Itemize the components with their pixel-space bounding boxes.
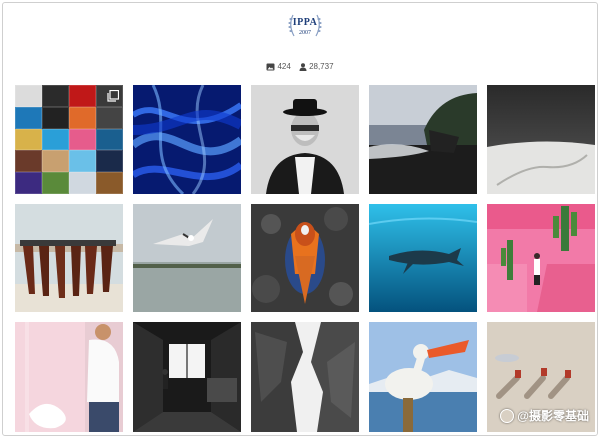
logo-year: 2007: [299, 30, 311, 36]
photo-seagull-lake[interactable]: [133, 204, 241, 312]
ippa-logo[interactable]: IPPA 2007: [285, 9, 325, 43]
followers-count: 28,737: [309, 62, 334, 71]
watermark: @摄影零基础: [500, 407, 589, 424]
photo-man-hat-portrait[interactable]: [251, 85, 359, 194]
photo-whale-underwater[interactable]: [369, 204, 477, 312]
logo-text: IPPA: [292, 17, 318, 28]
photos-stat[interactable]: 424: [266, 62, 291, 71]
photo-legs-on-wall[interactable]: [15, 204, 123, 312]
photo-snow-desert[interactable]: [487, 85, 595, 194]
followers-stat[interactable]: 28,737: [299, 62, 334, 71]
photo-pelican[interactable]: [369, 322, 477, 432]
multiple-images-icon: [107, 90, 119, 102]
user-icon: [299, 62, 307, 71]
watermark-logo-icon: [500, 408, 515, 423]
photo-blue-fabric[interactable]: [133, 85, 241, 194]
image-icon: [266, 63, 275, 70]
photo-coastal-rocks[interactable]: [369, 85, 477, 194]
photos-count: 424: [277, 62, 291, 71]
photo-collage[interactable]: [15, 85, 123, 194]
profile-page: IPPA 2007 424 28,737 @摄影零基础: [2, 2, 598, 436]
profile-stats: 424 28,737: [3, 62, 597, 73]
photo-pink-building[interactable]: [487, 204, 595, 312]
photo-canyon-rocks[interactable]: [251, 322, 359, 432]
photo-pink-interior[interactable]: [15, 322, 123, 432]
photo-mandarin-duck[interactable]: [251, 204, 359, 312]
photo-dark-room-window[interactable]: [133, 322, 241, 432]
watermark-text: @摄影零基础: [517, 409, 589, 423]
photo-sand-shadows[interactable]: @摄影零基础: [487, 322, 595, 432]
